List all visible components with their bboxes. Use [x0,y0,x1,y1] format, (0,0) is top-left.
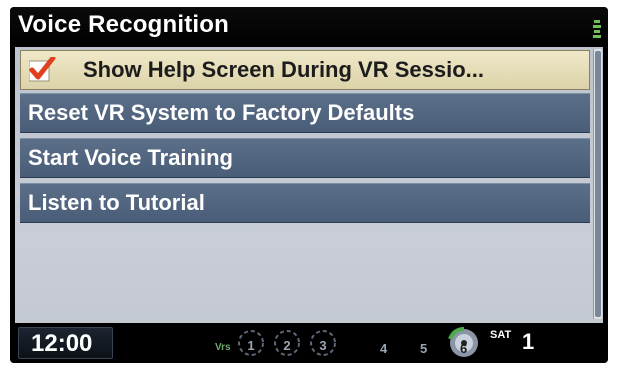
phone-signal-icon [593,20,601,38]
preset-3[interactable]: 3 [308,328,338,358]
preset-number: 3 [319,338,327,353]
preset-1[interactable]: 1 [236,328,266,358]
clock: 12:00 [18,327,113,359]
checkmark-icon [29,57,56,82]
preset-2[interactable]: 2 [272,328,302,358]
page-title: Voice Recognition [18,11,229,38]
disc-icon[interactable]: 6 [446,327,482,359]
preset-number: 2 [283,338,291,353]
disc-number: 6 [460,341,468,356]
menu-item-show-help-screen[interactable]: Show Help Screen During VR Sessio... [20,50,590,90]
menu-item-label: Show Help Screen During VR Sessio... [83,57,484,82]
menu-item-label: Listen to Tutorial [28,190,205,215]
vr-indicator: Vrs [215,342,231,353]
title-bar: Voice Recognition [10,7,608,47]
status-bar: 12:00 Vrs 1 2 3 4 5 6 SAT 1 [10,323,608,363]
menu-item-label: Reset VR System to Factory Defaults [28,100,415,125]
preset-number: 1 [247,338,255,353]
source-label: SAT [490,329,512,341]
menu-item-reset-vr-system[interactable]: Reset VR System to Factory Defaults [20,93,590,133]
menu-item-listen-to-tutorial[interactable]: Listen to Tutorial [20,183,590,223]
vr-screen: Voice Recognition Show Help Screen Durin… [10,7,608,363]
menu-item-label: Start Voice Training [28,145,233,170]
preset-4[interactable]: 4 [380,341,387,356]
scrollbar[interactable] [593,49,602,319]
scrollbar-thumb[interactable] [595,51,601,317]
preset-5[interactable]: 5 [420,341,427,356]
channel-number: 1 [522,329,535,354]
menu-panel: Show Help Screen During VR Sessio... Res… [15,47,603,323]
menu-item-start-voice-training[interactable]: Start Voice Training [20,138,590,178]
